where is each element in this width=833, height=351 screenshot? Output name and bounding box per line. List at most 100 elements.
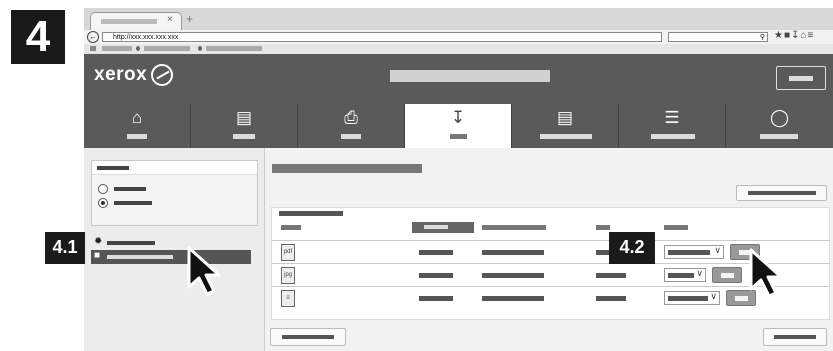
file-name	[419, 296, 453, 301]
scan-tray-icon: ↧	[450, 108, 466, 127]
tab-label	[651, 134, 695, 139]
printer-icon: ⎙	[344, 108, 358, 127]
table-row[interactable]: ≡ ∨	[272, 286, 829, 309]
col-header-size[interactable]	[596, 225, 610, 230]
radio-option-1[interactable]	[98, 184, 108, 194]
address-book-icon: ▤	[556, 108, 574, 127]
cursor-arrow-icon	[749, 248, 783, 298]
table-caption	[279, 211, 343, 216]
radio-option-2[interactable]	[98, 198, 108, 208]
login-button[interactable]	[776, 66, 826, 90]
col-header-type[interactable]	[281, 225, 301, 230]
tab-label	[760, 134, 798, 139]
reading-list-icon[interactable]: ■	[784, 30, 791, 41]
cursor-arrow-icon	[187, 246, 221, 296]
file-date	[482, 296, 544, 301]
instruction-page: 4 × + ← http://xxx.xxx.xxx.xxx ⚲ ★■↧⌂≡ x…	[0, 0, 833, 351]
tab-scan[interactable]: ↧	[405, 104, 512, 148]
file-size	[596, 273, 626, 278]
col-header-name[interactable]	[412, 222, 474, 233]
file-name	[419, 250, 453, 255]
browser-toolbar-icons: ★■↧⌂≡	[774, 30, 814, 41]
sidebar-item-label	[107, 241, 155, 245]
radio-label	[114, 187, 146, 191]
table-row[interactable]: jpg ∨	[272, 263, 829, 286]
xerox-logo: xerox	[94, 64, 174, 86]
bookmarks-bar	[84, 44, 833, 54]
bookmark-dot-icon	[136, 46, 140, 51]
magnifier-icon: ⚲	[759, 34, 765, 41]
download-icon[interactable]: ↧	[791, 30, 800, 41]
tab-home[interactable]: ⌂	[84, 104, 191, 148]
tab-support[interactable]: ◯	[726, 104, 833, 148]
sidebar-item-label	[107, 255, 173, 259]
file-size	[596, 296, 626, 301]
pdf-file-icon: pdf	[281, 244, 295, 261]
tab-properties[interactable]: ☰	[619, 104, 726, 148]
lifebuoy-icon: ◯	[769, 108, 790, 127]
file-table: pdf ∨ jpg ∨ ≡ ∨	[271, 207, 830, 320]
chevron-down-icon: ∨	[710, 291, 717, 301]
col-header-date[interactable]	[482, 225, 546, 230]
browser-tab[interactable]: ×	[90, 12, 182, 30]
filter-group-header	[92, 161, 257, 175]
bookmark-item[interactable]	[144, 46, 190, 51]
bookmark-item[interactable]	[206, 46, 262, 51]
star-icon[interactable]: ★	[774, 30, 784, 41]
bookmark-dot-icon	[198, 46, 202, 51]
main-navigation: ⌂ ▤ ⎙ ↧ ▤ ☰ ◯	[84, 104, 833, 148]
logo-text: xerox	[94, 64, 148, 86]
col-header-action	[664, 225, 688, 230]
file-name	[419, 273, 453, 278]
radio-label	[114, 201, 152, 205]
tab-label	[450, 134, 467, 139]
back-arrow-icon[interactable]: ←	[87, 31, 99, 43]
home-icon: ⌂	[131, 108, 143, 127]
action-dropdown[interactable]: ∨	[664, 291, 720, 305]
xerox-sphere-icon	[151, 64, 174, 86]
tab-label	[233, 134, 255, 139]
table-row[interactable]: pdf ∨	[272, 240, 829, 263]
tab-label	[341, 134, 361, 139]
tab-strip: × +	[84, 8, 833, 30]
page-title	[272, 164, 422, 173]
tab-print[interactable]: ⎙	[298, 104, 405, 148]
print-button[interactable]	[712, 267, 742, 283]
device-title	[390, 70, 550, 82]
tab-jobs[interactable]: ▤	[191, 104, 298, 148]
table-header	[272, 208, 829, 240]
jpg-file-icon: jpg	[281, 267, 295, 284]
file-date	[482, 273, 544, 278]
gear-icon: ✹	[94, 236, 103, 247]
step-number: 4	[11, 10, 65, 64]
tab-label	[127, 134, 147, 139]
page-icon	[90, 46, 96, 51]
chevron-down-icon: ∨	[714, 245, 721, 255]
url-text: http://xxx.xxx.xxx.xxx	[113, 34, 179, 41]
sidebar: ✹ ■	[84, 148, 264, 351]
tab-label	[540, 134, 592, 139]
bookmark-item[interactable]	[102, 46, 132, 51]
bottom-right-button[interactable]	[763, 328, 827, 346]
url-field[interactable]: http://xxx.xxx.xxx.xxx	[102, 32, 662, 42]
top-action-button[interactable]	[736, 185, 827, 201]
new-tab-icon[interactable]: +	[186, 12, 193, 26]
jobs-stack-icon: ▤	[235, 108, 253, 127]
tab-address-book[interactable]: ▤	[512, 104, 619, 148]
action-dropdown[interactable]: ∨	[664, 245, 724, 259]
mailbox-icon: ■	[94, 250, 101, 261]
sliders-icon: ☰	[664, 108, 680, 127]
callout-step-4-2: 4.2	[609, 232, 655, 264]
filter-group	[91, 160, 258, 226]
callout-step-4-1: 4.1	[45, 232, 85, 264]
address-toolbar: ← http://xxx.xxx.xxx.xxx ⚲ ★■↧⌂≡	[84, 30, 833, 44]
action-dropdown[interactable]: ∨	[664, 268, 706, 282]
browser-window: × + ← http://xxx.xxx.xxx.xxx ⚲ ★■↧⌂≡ xer…	[84, 8, 833, 351]
tab-close-icon[interactable]: ×	[167, 14, 173, 25]
search-field[interactable]: ⚲	[668, 32, 768, 42]
app-header: xerox	[84, 54, 833, 104]
tab-title	[101, 19, 157, 24]
document-file-icon: ≡	[281, 290, 295, 307]
bottom-left-button[interactable]	[270, 328, 346, 346]
menu-icon[interactable]: ≡	[807, 30, 814, 41]
